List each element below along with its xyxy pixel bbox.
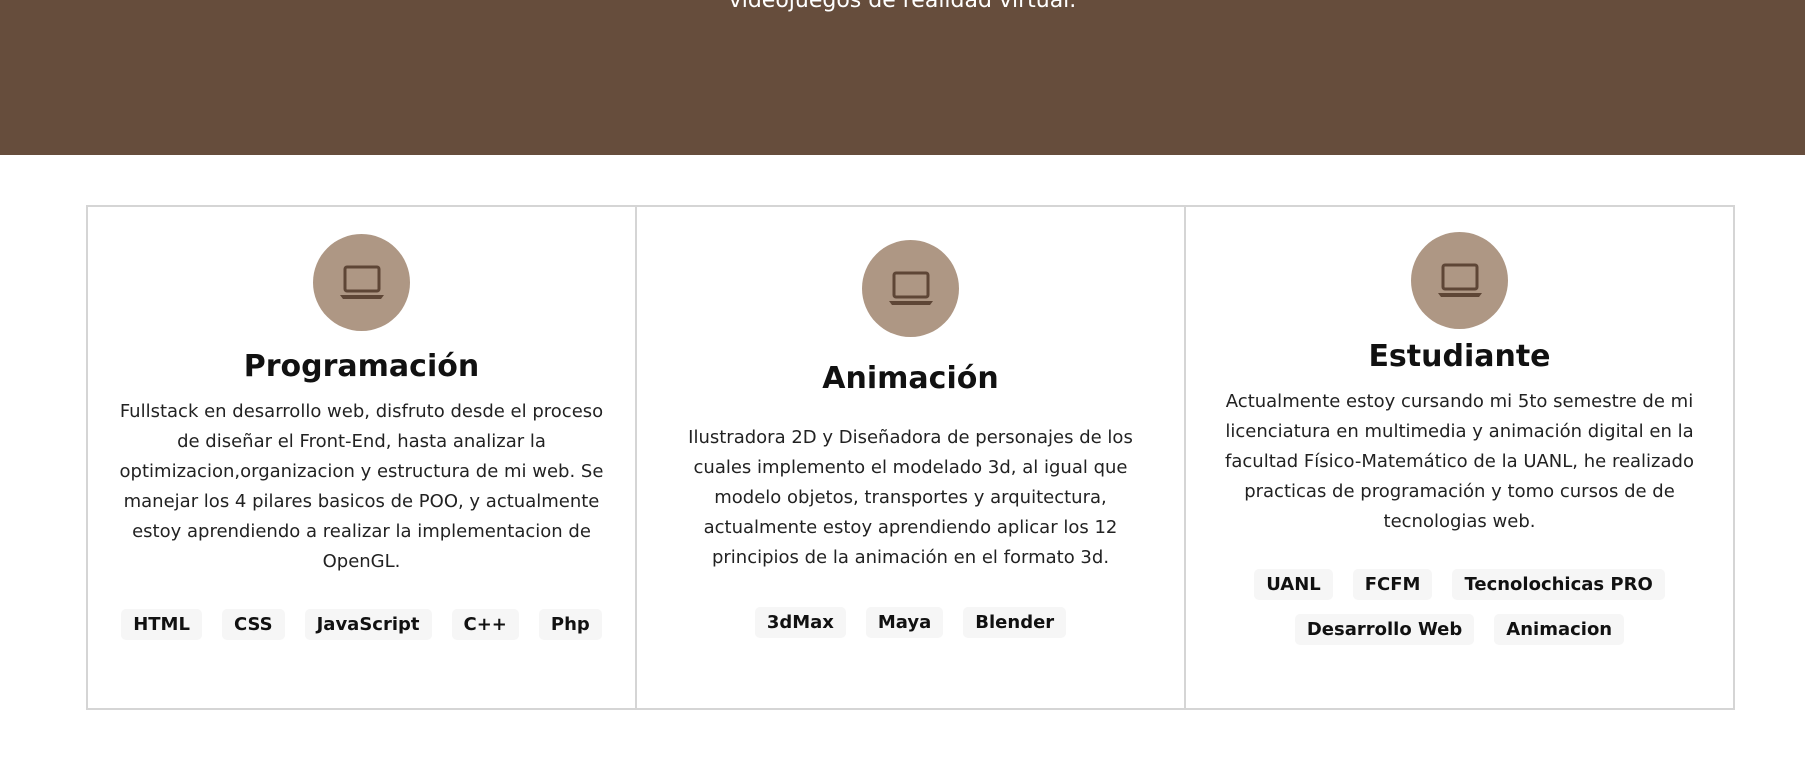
laptop-icon: [313, 234, 410, 331]
card-title: Animación: [822, 361, 999, 396]
card-title: Estudiante: [1368, 339, 1551, 374]
hero-banner: videojuegos de realidad virtual.: [0, 0, 1805, 155]
tag: CSS: [221, 609, 285, 640]
laptop-icon: [862, 240, 959, 337]
card-description: Fullstack en desarrollo web, disfruto de…: [119, 401, 604, 572]
tag: C++: [451, 609, 519, 640]
tag: Animacion: [1494, 614, 1625, 645]
tag: Maya: [865, 607, 944, 638]
hero-text: videojuegos de realidad virtual.: [728, 0, 1077, 13]
card-title: Programación: [243, 349, 480, 384]
tag-list: 3dMax Maya Blender: [667, 607, 1154, 638]
card-programacion: Programación Fullstack en desarrollo web…: [88, 207, 637, 708]
tag: JavaScript: [304, 609, 432, 640]
tag-list: HTML CSS JavaScript C++ Php: [118, 609, 605, 640]
laptop-icon: [1411, 232, 1508, 329]
tag: HTML: [121, 609, 202, 640]
tag-list: UANL FCFM Tecnolochicas PRO Desarrollo W…: [1216, 569, 1703, 645]
tag: Blender: [963, 607, 1067, 638]
tag: Tecnolochicas PRO: [1452, 569, 1665, 600]
tag: Desarrollo Web: [1294, 614, 1475, 645]
tag: 3dMax: [754, 607, 846, 638]
skills-cards: Programación Fullstack en desarrollo web…: [86, 205, 1735, 710]
card-animacion: Animación Ilustradora 2D y Diseñadora de…: [637, 207, 1186, 708]
tag: UANL: [1254, 569, 1333, 600]
card-description: Ilustradora 2D y Diseñadora de personaje…: [688, 427, 1133, 568]
tag: Php: [538, 609, 602, 640]
card-estudiante: Estudiante Actualmente estoy cursando mi…: [1186, 207, 1733, 708]
card-description: Actualmente estoy cursando mi 5to semest…: [1225, 391, 1694, 532]
tag: FCFM: [1352, 569, 1433, 600]
